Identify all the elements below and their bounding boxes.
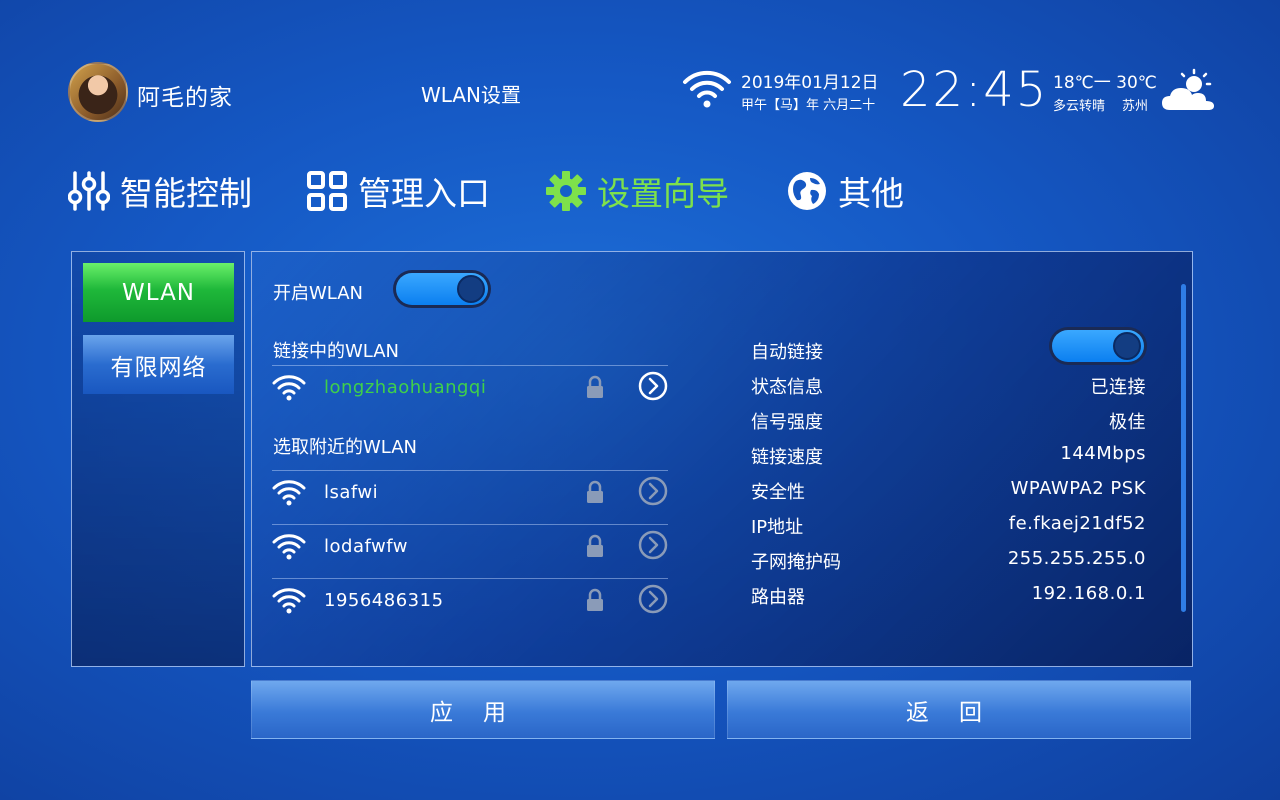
chevron-right-icon[interactable]	[638, 476, 668, 506]
city: 苏州	[1122, 99, 1149, 114]
chevron-right-icon[interactable]	[638, 371, 668, 401]
globe-icon	[788, 172, 826, 210]
gear-icon	[546, 171, 586, 211]
back-button[interactable]: 返回	[727, 680, 1191, 739]
wifi-signal-icon	[272, 588, 306, 614]
sidebar: WLAN 有限网络	[71, 251, 245, 667]
network-ssid: lsafwi	[324, 482, 379, 503]
router-label: 路由器	[751, 587, 805, 608]
divider	[272, 470, 668, 471]
lock-icon	[587, 588, 603, 611]
connected-network-row[interactable]: longzhaohuangqi	[272, 367, 668, 407]
tab-setup-wizard[interactable]: 设置向导	[545, 166, 729, 216]
apply-button[interactable]: 应用	[251, 680, 715, 739]
ip-address-value: fe.fkaej21df52	[1008, 513, 1146, 534]
divider	[272, 524, 668, 525]
lock-icon	[587, 375, 603, 398]
connected-section-title: 链接中的WLAN	[273, 341, 400, 362]
status-value: 已连接	[1090, 377, 1146, 398]
toggle-knob	[457, 275, 485, 303]
lock-icon	[587, 480, 603, 503]
date: 2019年01月12日	[741, 73, 879, 93]
tab-other[interactable]: 其他	[786, 166, 904, 216]
tab-smart-control[interactable]: 智能控制	[68, 166, 252, 216]
subnet-mask-label: 子网掩护码	[751, 552, 841, 573]
chevron-right-icon[interactable]	[638, 530, 668, 560]
wifi-signal-icon	[272, 480, 306, 506]
wifi-status-icon	[683, 70, 731, 108]
status-label: 状态信息	[751, 377, 823, 398]
nearby-section-title: 选取附近的WLAN	[273, 437, 418, 458]
link-speed-label: 链接速度	[751, 447, 823, 468]
network-ssid: lodafwfw	[324, 536, 408, 557]
tab-management[interactable]: 管理入口	[306, 166, 490, 216]
scrollbar[interactable]	[1181, 284, 1186, 612]
wlan-settings-panel: 开启WLAN 链接中的WLAN longzhaohuangqi 选取附近的WLA…	[251, 251, 1193, 667]
ip-address-label: IP地址	[751, 517, 804, 538]
enable-wlan-toggle[interactable]	[393, 270, 491, 308]
tab-label: 设置向导	[597, 174, 729, 213]
wifi-signal-icon	[272, 534, 306, 560]
wifi-signal-icon	[272, 375, 306, 401]
nearby-network-row[interactable]: 1956486315	[272, 580, 668, 620]
divider	[272, 365, 668, 366]
security-label: 安全性	[751, 482, 805, 503]
partly-cloudy-icon	[1162, 68, 1214, 110]
tab-label: 其他	[838, 174, 904, 213]
lunar-date: 甲午【马】年 六月二十	[741, 98, 876, 113]
signal-strength-value: 极佳	[1109, 412, 1146, 433]
clock: 22:45	[900, 62, 1049, 118]
tab-label: 智能控制	[120, 174, 252, 213]
sidebar-item-wlan[interactable]: WLAN	[83, 263, 234, 322]
sidebar-item-wired-network[interactable]: 有限网络	[83, 335, 234, 394]
auto-connect-toggle[interactable]	[1049, 327, 1147, 365]
enable-wlan-label: 开启WLAN	[273, 283, 364, 304]
user-avatar[interactable]	[68, 62, 128, 122]
grid-icon	[307, 171, 347, 211]
security-value: WPAWPA2 PSK	[1010, 478, 1146, 499]
chevron-right-icon[interactable]	[638, 584, 668, 614]
network-ssid: 1956486315	[324, 590, 444, 611]
page-title: WLAN设置	[421, 83, 522, 107]
subnet-mask-value: 255.255.255.0	[1007, 548, 1146, 569]
lock-icon	[587, 534, 603, 557]
tab-label: 管理入口	[358, 174, 490, 213]
signal-strength-label: 信号强度	[751, 412, 823, 433]
temperature: 18℃一 30℃	[1053, 73, 1157, 93]
toggle-knob	[1113, 332, 1141, 360]
nearby-network-row[interactable]: lsafwi	[272, 472, 668, 512]
auto-connect-label: 自动链接	[751, 342, 823, 363]
link-speed-value: 144Mbps	[1060, 443, 1146, 464]
nearby-network-row[interactable]: lodafwfw	[272, 526, 668, 566]
connected-ssid: longzhaohuangqi	[324, 377, 487, 398]
divider	[272, 578, 668, 579]
home-name: 阿毛的家	[137, 85, 233, 111]
sliders-icon	[68, 171, 110, 211]
router-value: 192.168.0.1	[1031, 583, 1146, 604]
weather-text: 多云转晴	[1053, 99, 1106, 114]
